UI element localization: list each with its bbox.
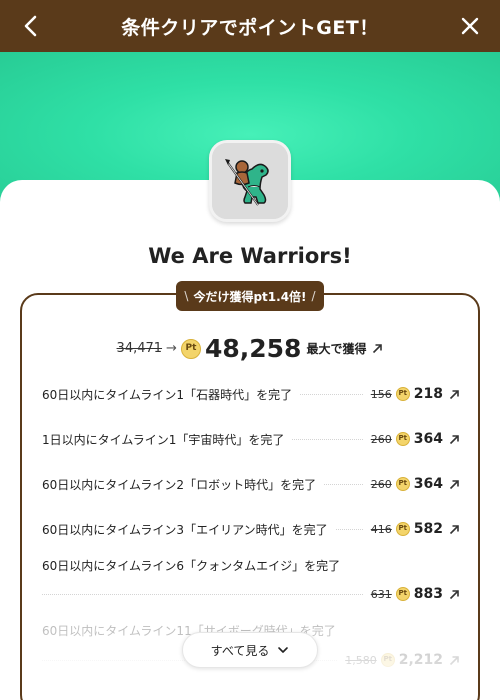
chevron-down-icon [278, 647, 289, 653]
dotted-leader [292, 438, 363, 440]
back-arrow-icon[interactable] [18, 12, 46, 40]
external-arrow-icon [373, 344, 383, 354]
task-row[interactable]: 60日以内にタイムライン3「エイリアン時代」を完了 416 Pt 582 [42, 517, 460, 541]
task-new-points: 883 [413, 586, 443, 602]
task-old-points: 416 [370, 522, 392, 536]
external-arrow-icon [449, 524, 459, 534]
point-coin-icon: Pt [395, 432, 410, 446]
external-arrow-icon [449, 434, 459, 444]
task-old-points: 260 [370, 477, 392, 491]
dotted-leader [335, 528, 363, 530]
point-coin-icon: Pt [395, 477, 410, 491]
task-row[interactable]: 631 Pt 883 [42, 582, 460, 606]
task-row[interactable]: 1日以内にタイムライン1「宇宙時代」を完了 260 Pt 364 [42, 427, 460, 451]
external-arrow-icon [449, 389, 459, 399]
task-new-points: 364 [413, 476, 443, 492]
external-arrow-icon [449, 589, 459, 599]
summary-suffix: 最大で獲得 [306, 342, 367, 356]
task-name: 60日以内にタイムライン6「クォンタムエイジ」を完了 [42, 559, 341, 573]
point-coin-icon: Pt [395, 387, 410, 401]
close-icon[interactable] [456, 12, 484, 40]
point-coin-icon: Pt [395, 522, 410, 536]
task-name: 60日以内にタイムライン1「石器時代」を完了 [42, 387, 293, 402]
game-app-icon [209, 140, 291, 222]
task-name: 1日以内にタイムライン1「宇宙時代」を完了 [42, 432, 285, 447]
task-new-points: 582 [413, 521, 443, 537]
task-old-points: 260 [370, 432, 392, 446]
external-arrow-icon [449, 479, 459, 489]
point-coin-icon: Pt [180, 338, 201, 359]
game-title: We Are Warriors! [148, 244, 352, 268]
top-bar: 条件クリアでポイントGET！ [0, 0, 500, 52]
points-summary: 34,471 → Pt 48,258 最大で獲得 [0, 334, 500, 363]
task-row[interactable]: 60日以内にタイムライン2「ロボット時代」を完了 260 Pt 364 [42, 472, 460, 496]
task-name: 60日以内にタイムライン3「エイリアン時代」を完了 [42, 522, 328, 537]
badge-deco-left: \ [184, 289, 189, 303]
task-new-points: 364 [413, 431, 443, 447]
dotted-leader [42, 593, 363, 595]
arrow-right-icon: → [166, 341, 177, 356]
dotted-leader [324, 483, 363, 485]
task-new-points: 2,212 [398, 652, 443, 668]
summary-old-points: 34,471 [116, 341, 163, 356]
task-old-points: 631 [370, 587, 392, 601]
badge-deco-right: / [311, 289, 316, 303]
point-coin-icon: Pt [380, 653, 395, 667]
summary-new-points: 48,258 [204, 334, 302, 363]
task-old-points: 156 [370, 387, 392, 401]
task-new-points: 218 [413, 386, 443, 402]
task-old-points: 1,580 [345, 653, 377, 667]
dotted-leader [300, 393, 363, 395]
page-title: 条件クリアでポイントGET！ [121, 16, 379, 39]
external-arrow-icon [449, 655, 459, 665]
see-all-button[interactable]: すべて見る [182, 632, 318, 668]
task-name: 60日以内にタイムライン2「ロボット時代」を完了 [42, 477, 317, 492]
see-all-label: すべて見る [210, 643, 270, 658]
badge-text: 今だけ獲得pt1.4倍! [193, 289, 307, 304]
bonus-badge: \ 今だけ獲得pt1.4倍! / [176, 281, 324, 311]
point-coin-icon: Pt [395, 587, 410, 601]
task-row[interactable]: 60日以内にタイムライン1「石器時代」を完了 156 Pt 218 [42, 382, 460, 406]
